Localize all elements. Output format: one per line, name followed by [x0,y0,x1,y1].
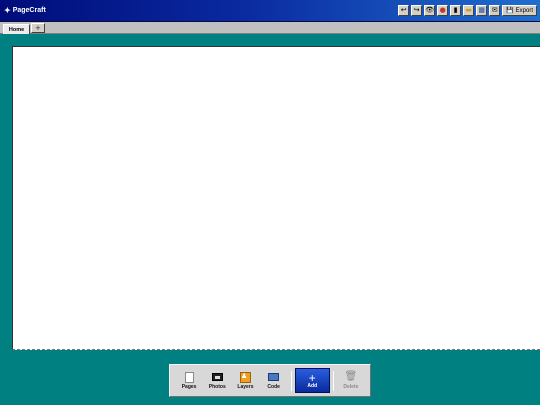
code-label: Code [267,383,280,390]
color-icon: ● [439,6,446,14]
app-name: PageCraft [12,7,46,14]
page-canvas[interactable] [12,46,540,350]
layers-icon: ♟ [239,371,251,383]
mail-button[interactable]: ✉ [489,5,501,16]
tab-home[interactable]: Home [3,24,30,34]
mail-icon: ✉ [491,6,498,14]
add-label: Add [307,382,318,389]
code-icon [268,373,280,381]
tab-strip: Home + [0,22,540,34]
folder-button[interactable]: ▬ [463,5,475,16]
toolbar: ↩ ↪ 👁 ● ▮ ▬ ▦ ✉ 💾 Export [398,5,537,16]
layers-label: Layers [237,383,254,390]
add-button[interactable]: + Add [294,368,330,393]
page-icon [184,371,194,383]
layers-button[interactable]: ♟ Layers [231,367,259,395]
code-button[interactable]: Code [260,367,288,395]
photo-icon [211,373,223,381]
photos-label: Photos [208,383,226,390]
mobile-icon: ▮ [453,6,458,14]
trash-icon: 🗑 [344,371,358,382]
dock-separator [290,370,292,391]
delete-label: Delete [343,383,359,390]
app-title: ✦ PageCraft [0,6,46,15]
dock-separator [332,370,334,391]
layers-glyph: ♟ [240,371,248,380]
export-button[interactable]: 💾 Export [502,5,537,16]
save-icon: 💾 [506,7,514,14]
app-logo-icon: ✦ [4,6,11,15]
pages-button[interactable]: Pages [175,367,203,395]
tab-label: Home [8,26,25,33]
folder-icon: ▬ [465,6,472,14]
preview-button[interactable]: 👁 [424,5,436,16]
add-plus-icon: + [308,370,316,385]
color-button[interactable]: ● [437,5,449,16]
export-label: Export [515,7,533,14]
mobile-button[interactable]: ▮ [450,5,462,16]
pages-label: Pages [181,383,197,390]
add-tab-button[interactable]: + [31,23,45,33]
plus-icon: + [35,23,41,33]
redo-button[interactable]: ↪ [411,5,423,16]
eye-icon: 👁 [425,6,435,14]
delete-button[interactable]: 🗑 Delete [337,367,365,395]
grid-icon: ▦ [478,6,485,14]
grid-button[interactable]: ▦ [476,5,488,16]
photos-button[interactable]: Photos [203,367,231,395]
title-bar: ✦ PageCraft ↩ ↪ 👁 ● ▮ ▬ ▦ ✉ 💾 Export [0,0,540,22]
undo-button[interactable]: ↩ [398,5,410,16]
redo-icon: ↪ [413,6,420,14]
bottom-dock: Pages Photos ♟ Layers Code + Add 🗑 Delet… [169,364,371,397]
undo-icon: ↩ [400,6,407,14]
